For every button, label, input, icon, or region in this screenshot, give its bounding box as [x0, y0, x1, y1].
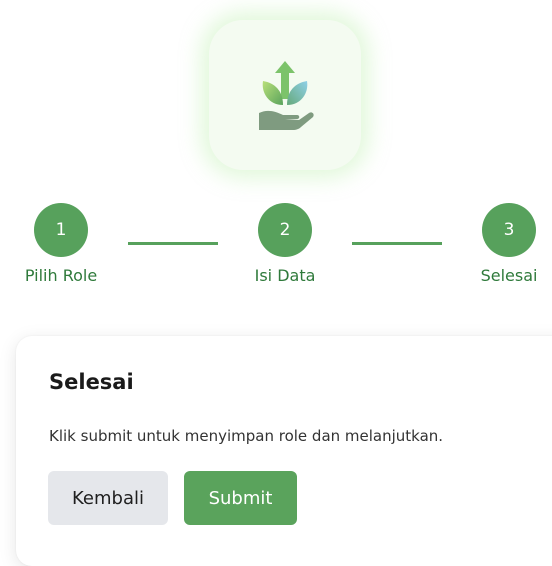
- completion-card: Selesai Klik submit untuk menyimpan role…: [16, 336, 552, 566]
- back-button[interactable]: Kembali: [48, 471, 168, 525]
- step-1-circle: 1: [34, 203, 88, 257]
- step-3-label: Selesai: [480, 266, 538, 285]
- app-logo: [209, 20, 361, 170]
- card-description: Klik submit untuk menyimpan role dan mel…: [49, 427, 444, 445]
- step-connector-1: [128, 242, 218, 245]
- card-title: Selesai: [49, 370, 134, 394]
- step-2-circle: 2: [258, 203, 312, 257]
- submit-button[interactable]: Submit: [184, 471, 297, 525]
- step-connector-2: [352, 242, 442, 245]
- step-3-circle: 3: [482, 203, 536, 257]
- step-1-label: Pilih Role: [24, 266, 98, 285]
- step-2-label: Isi Data: [254, 266, 316, 285]
- plant-in-hand-icon: [259, 61, 314, 130]
